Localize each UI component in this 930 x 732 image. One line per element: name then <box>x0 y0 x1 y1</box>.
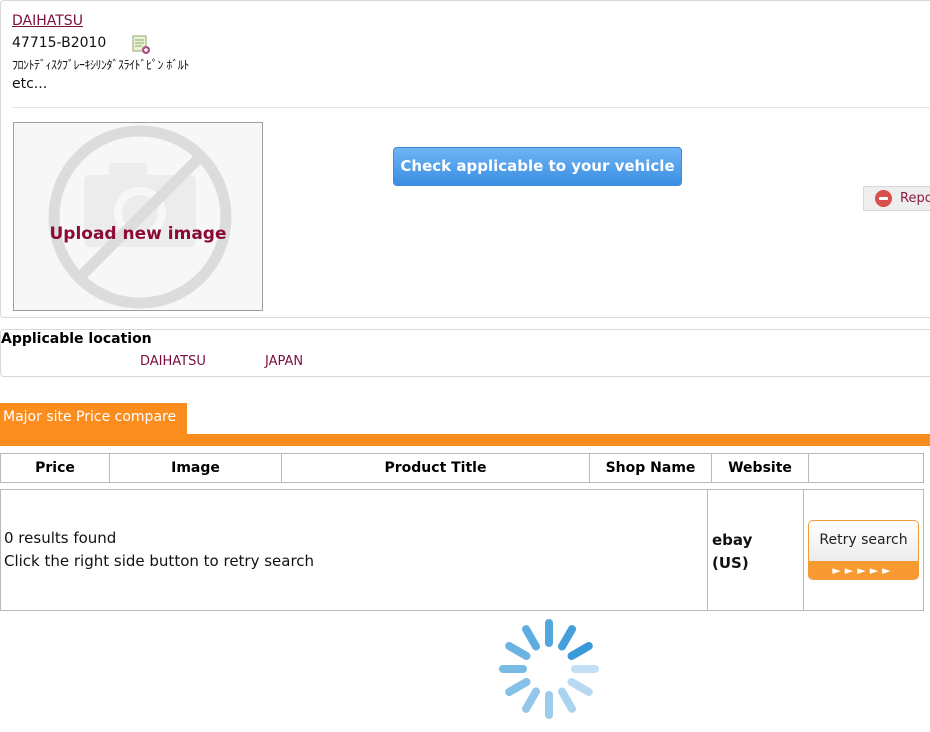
price-compare-bar <box>0 434 930 446</box>
more-parts-text: etc... <box>12 76 48 92</box>
cell-divider <box>707 489 708 611</box>
column-action <box>808 453 924 483</box>
divider <box>12 107 930 108</box>
column-product-title: Product Title <box>281 453 590 483</box>
applicable-location-title: Applicable location <box>1 331 152 347</box>
spinner-spoke <box>567 678 593 696</box>
location-brand-link[interactable]: DAIHATSU <box>140 354 206 369</box>
no-image-camera-icon <box>48 125 232 309</box>
spinner-spoke <box>522 687 540 713</box>
spinner-spoke <box>505 642 531 660</box>
brand-link[interactable]: DAIHATSU <box>12 13 83 29</box>
price-compare-tab: Major site Price compare <box>0 403 187 434</box>
location-country-link[interactable]: JAPAN <box>265 354 303 369</box>
retry-search-button[interactable]: Retry search ►►►►► <box>808 520 919 580</box>
add-note-icon[interactable] <box>131 35 151 55</box>
result-count: 0 results found <box>4 529 117 547</box>
column-shop-name: Shop Name <box>589 453 712 483</box>
column-image: Image <box>109 453 282 483</box>
upload-image-box[interactable]: Upload new image <box>13 122 263 311</box>
loading-spinner-icon <box>497 617 601 721</box>
spinner-spoke <box>522 625 540 651</box>
report-label: Report <box>900 191 930 206</box>
retry-arrows: ►►►►► <box>809 561 918 579</box>
minus-circle-icon <box>875 190 892 207</box>
spinner-spoke <box>558 687 576 713</box>
result-hint: Click the right side button to retry sea… <box>4 552 315 570</box>
upload-image-label[interactable]: Upload new image <box>14 224 262 244</box>
report-button[interactable]: Report <box>863 186 930 211</box>
cell-divider <box>803 489 804 611</box>
part-number: 47715-B2010 <box>12 35 107 51</box>
retry-search-label: Retry search <box>819 532 908 548</box>
website-name: ebay (US) <box>712 531 753 572</box>
result-row <box>0 489 924 611</box>
column-website: Website <box>711 453 809 483</box>
spinner-spoke <box>558 625 576 651</box>
results-header: Price Image Product Title Shop Name Webs… <box>0 453 924 483</box>
spinner-spoke <box>505 678 531 696</box>
check-vehicle-button[interactable]: Check applicable to your vehicle <box>393 147 682 186</box>
part-name: ﾌﾛﾝﾄﾃﾞｨｽｸﾌﾞﾚｰｷｼﾘﾝﾀﾞｽﾗｲﾄﾞﾋﾟﾝ ﾎﾞﾙﾄ <box>12 58 189 72</box>
column-price: Price <box>0 453 110 483</box>
spinner-spoke <box>567 642 593 660</box>
